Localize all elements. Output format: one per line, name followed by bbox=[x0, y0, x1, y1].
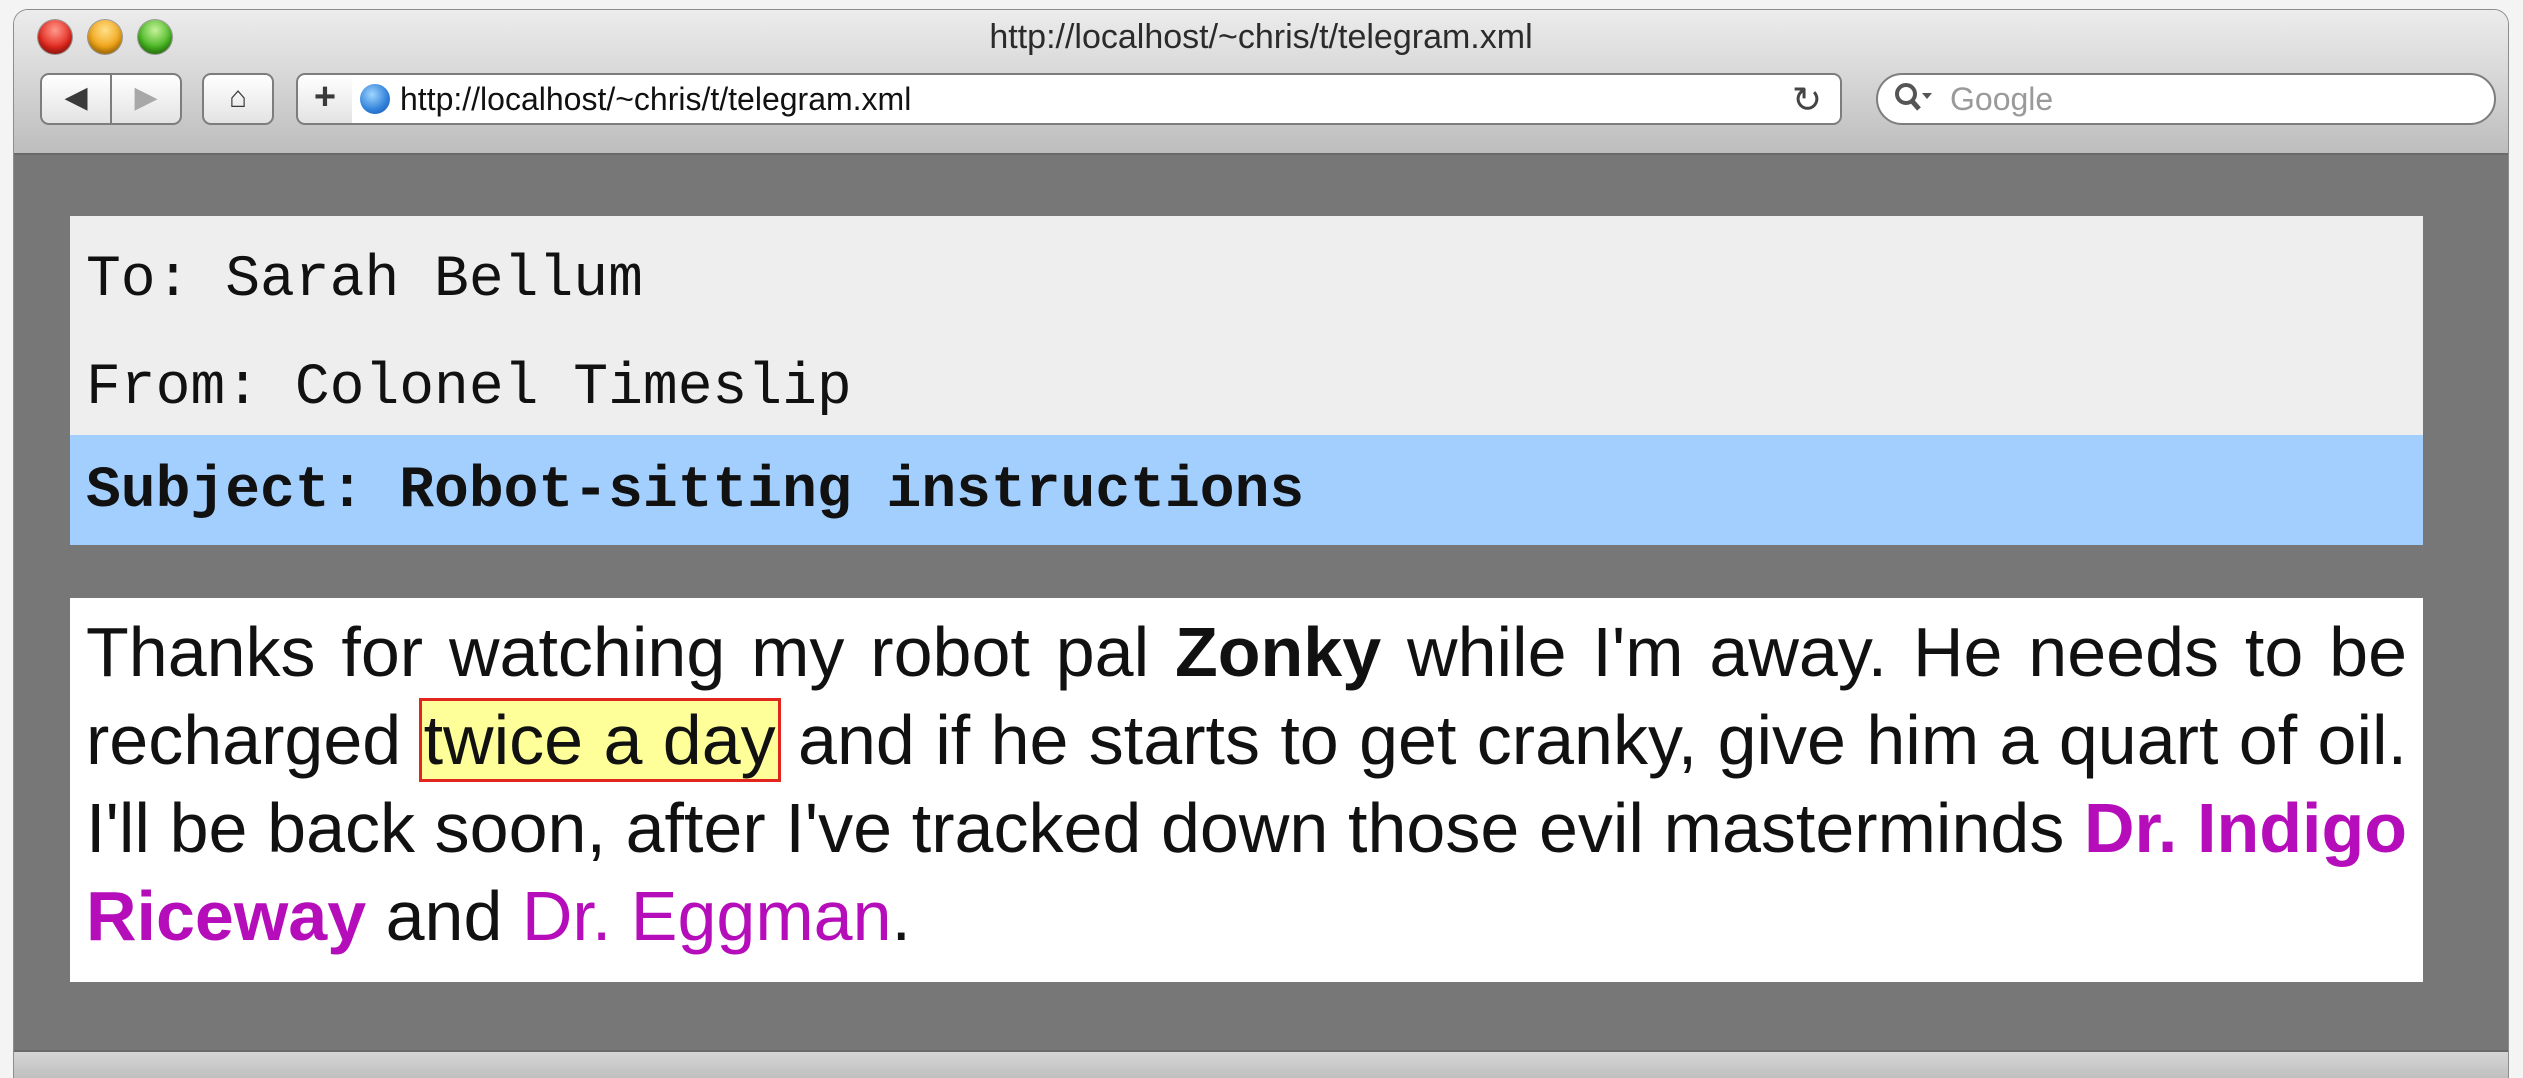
globe-icon bbox=[360, 84, 390, 114]
browser-window: http://localhost/~chris/t/telegram.xml ◀… bbox=[14, 10, 2508, 1078]
window-title: http://localhost/~chris/t/telegram.xml bbox=[989, 18, 1533, 56]
message-segment: . bbox=[891, 877, 911, 955]
villain-name-secondary: Dr. Eggman bbox=[521, 877, 892, 955]
forward-button[interactable]: ▶ bbox=[110, 73, 182, 125]
recipient-line: To: Sarah Bellum bbox=[86, 248, 643, 313]
status-bar bbox=[14, 1050, 2508, 1078]
sender-line: From: Colonel Timeslip bbox=[86, 356, 852, 421]
reload-icon[interactable]: ↻ bbox=[1792, 79, 1822, 121]
back-button[interactable]: ◀ bbox=[40, 73, 112, 125]
page-content: To: Sarah Bellum From: Colonel Timeslip … bbox=[14, 155, 2508, 1050]
address-bar[interactable]: ↻ bbox=[352, 73, 1842, 125]
forward-icon: ▶ bbox=[134, 81, 158, 114]
url-input[interactable] bbox=[400, 77, 1720, 121]
telegram-body: Thanks for watching my robot pal Zonky w… bbox=[70, 598, 2423, 982]
search-icon bbox=[1892, 79, 1934, 127]
search-input[interactable] bbox=[1950, 77, 2470, 121]
subject-line: Subject: Robot-sitting instructions bbox=[86, 459, 1305, 524]
highlighted-phrase: twice a day bbox=[418, 698, 781, 782]
title-bar: http://localhost/~chris/t/telegram.xml ◀… bbox=[14, 10, 2508, 155]
subject-bar: Subject: Robot-sitting instructions bbox=[70, 435, 2423, 545]
telegram-header: To: Sarah Bellum From: Colonel Timeslip … bbox=[70, 216, 2423, 545]
home-icon: ⌂ bbox=[228, 81, 248, 114]
back-icon: ◀ bbox=[64, 81, 88, 114]
home-button[interactable]: ⌂ bbox=[202, 73, 274, 125]
message-segment: and bbox=[366, 877, 522, 955]
message-segment: Thanks for watching my robot pal bbox=[86, 613, 1176, 691]
plus-icon: + bbox=[313, 76, 337, 118]
robot-name: Zonky bbox=[1175, 613, 1382, 691]
message-text: Thanks for watching my robot pal Zonky w… bbox=[86, 608, 2407, 960]
search-box[interactable] bbox=[1876, 73, 2496, 125]
add-bookmark-button[interactable]: + bbox=[296, 73, 354, 125]
